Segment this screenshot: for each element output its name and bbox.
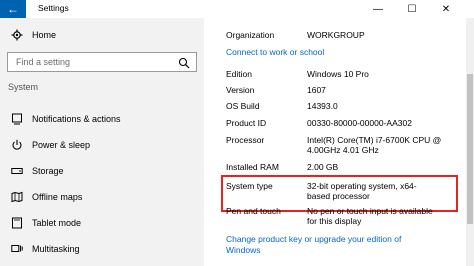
back-arrow-icon: ← [7, 2, 19, 16]
gear-icon [10, 28, 24, 42]
about-panel: Organization WORKGROUP Connect to work o… [204, 18, 474, 266]
sidebar-item-label: Multitasking [32, 244, 80, 254]
connect-work-school-link[interactable]: Connect to work or school [226, 47, 324, 58]
sidebar-item-label: Tablet mode [32, 218, 82, 228]
installed-ram-value: 2.00 GB [307, 162, 339, 172]
processor-value-line1: Intel(R) Core(TM) i7-6700K CPU @ [307, 135, 442, 145]
pen-touch-label: Pen and touch [226, 206, 281, 216]
os-build-value: 14393.0 [307, 101, 338, 111]
title-bar: ← Settings — ☐ ✕ [0, 0, 474, 18]
pen-touch-value-line1: No pen or touch input is available [307, 206, 433, 216]
power-icon [10, 138, 24, 152]
map-icon [10, 190, 24, 204]
installed-ram-label: Installed RAM [226, 162, 279, 172]
minimize-icon: — [373, 3, 383, 15]
search-input[interactable]: Find a setting [7, 52, 197, 72]
version-label: Version [226, 85, 255, 95]
sidebar-item-label: Notifications & actions [32, 114, 121, 124]
sidebar-item-storage[interactable]: Storage [0, 158, 204, 184]
product-id-value: 00330-80000-00000-AA302 [307, 118, 412, 128]
back-button[interactable]: ← [0, 0, 26, 18]
minimize-button[interactable]: — [361, 0, 395, 18]
system-type-value-line1: 32-bit operating system, x64- [307, 181, 417, 191]
maximize-icon: ☐ [407, 3, 417, 15]
os-build-label: OS Build [226, 101, 260, 111]
scrollbar-thumb[interactable] [467, 74, 473, 224]
sidebar-item-label: Home [32, 30, 57, 40]
processor-value-line2: 4.00GHz 4.01 GHz [307, 145, 379, 155]
sidebar-item-notifications[interactable]: Notifications & actions [0, 106, 204, 132]
maximize-button[interactable]: ☐ [395, 0, 429, 18]
section-heading: System [8, 82, 39, 92]
sidebar-item-offline-maps[interactable]: Offline maps [0, 184, 204, 210]
system-type-value-line2: based processor [307, 191, 370, 201]
sidebar-item-tablet-mode[interactable]: Tablet mode [0, 210, 204, 236]
system-type-label: System type [226, 181, 273, 191]
storage-icon [10, 164, 24, 178]
sidebar-item-label: Power & sleep [32, 140, 91, 150]
edition-value: Windows 10 Pro [307, 69, 369, 79]
organization-label: Organization [226, 30, 275, 40]
search-placeholder: Find a setting [16, 57, 71, 67]
notifications-icon [10, 112, 24, 126]
search-icon [178, 56, 190, 69]
organization-value: WORKGROUP [307, 30, 365, 40]
processor-label: Processor [226, 135, 265, 145]
sidebar-item-multitasking[interactable]: Multitasking [0, 236, 204, 262]
sidebar-item-power[interactable]: Power & sleep [0, 132, 204, 158]
sidebar-item-label: Storage [32, 166, 64, 176]
change-product-key-link-line1[interactable]: Change product key or upgrade your editi… [226, 234, 401, 245]
sidebar: Home Find a setting System Notifications… [0, 18, 204, 266]
close-button[interactable]: ✕ [429, 0, 463, 18]
version-value: 1607 [307, 85, 326, 95]
change-product-key-link-line2[interactable]: Windows [226, 245, 260, 256]
product-id-label: Product ID [226, 118, 267, 128]
window-title: Settings [38, 3, 69, 13]
close-icon: ✕ [441, 3, 451, 15]
sidebar-item-label: Offline maps [32, 192, 83, 202]
tablet-icon [10, 216, 24, 230]
scrollbar[interactable] [466, 18, 474, 266]
multitasking-icon [10, 242, 24, 256]
edition-label: Edition [226, 69, 252, 79]
pen-touch-value-line2: for this display [307, 216, 362, 226]
sidebar-item-home[interactable]: Home [0, 22, 204, 48]
